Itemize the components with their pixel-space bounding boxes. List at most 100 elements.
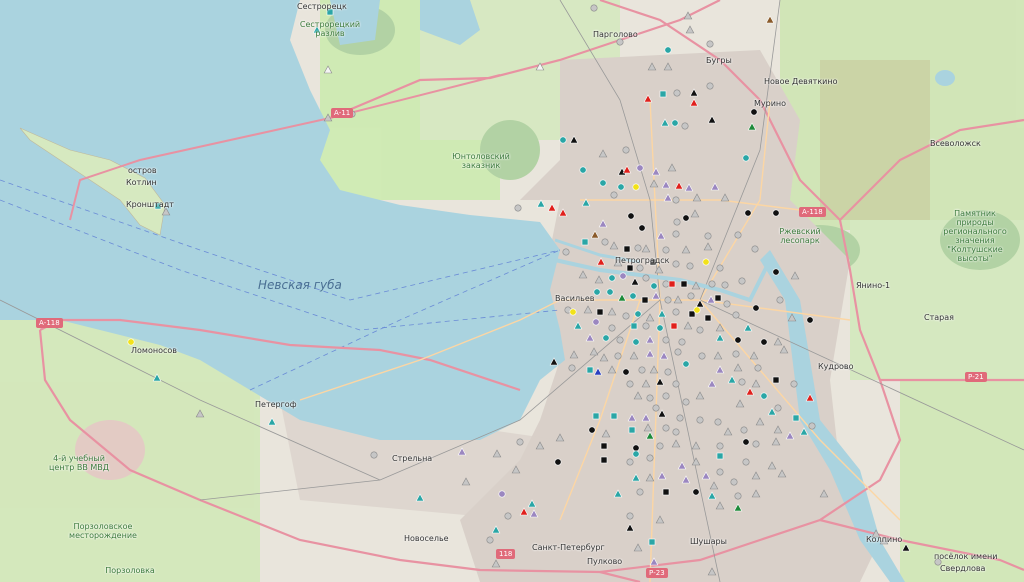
circle-marker[interactable] bbox=[370, 451, 378, 459]
square-marker[interactable] bbox=[600, 456, 608, 464]
circle-marker[interactable] bbox=[723, 300, 731, 308]
circle-marker[interactable] bbox=[127, 338, 135, 346]
circle-marker[interactable] bbox=[686, 262, 694, 270]
circle-marker[interactable] bbox=[593, 288, 601, 296]
circle-marker[interactable] bbox=[656, 442, 664, 450]
square-marker[interactable] bbox=[714, 294, 722, 302]
circle-marker[interactable] bbox=[732, 311, 740, 319]
square-marker[interactable] bbox=[581, 238, 589, 246]
circle-marker[interactable] bbox=[569, 308, 577, 316]
circle-marker[interactable] bbox=[632, 450, 640, 458]
circle-marker[interactable] bbox=[554, 458, 562, 466]
circle-marker[interactable] bbox=[602, 334, 610, 342]
circle-marker[interactable] bbox=[664, 296, 672, 304]
circle-marker[interactable] bbox=[634, 244, 642, 252]
circle-marker[interactable] bbox=[738, 277, 746, 285]
circle-marker[interactable] bbox=[672, 260, 680, 268]
circle-marker[interactable] bbox=[634, 310, 642, 318]
square-marker[interactable] bbox=[659, 90, 667, 98]
square-marker[interactable] bbox=[649, 258, 657, 266]
map-canvas[interactable] bbox=[0, 0, 1024, 582]
circle-marker[interactable] bbox=[504, 512, 512, 520]
square-marker[interactable] bbox=[704, 314, 712, 322]
circle-marker[interactable] bbox=[638, 224, 646, 232]
circle-marker[interactable] bbox=[514, 204, 522, 212]
circle-marker[interactable] bbox=[742, 458, 750, 466]
circle-marker[interactable] bbox=[672, 428, 680, 436]
circle-marker[interactable] bbox=[682, 360, 690, 368]
circle-marker[interactable] bbox=[642, 274, 650, 282]
circle-marker[interactable] bbox=[498, 490, 506, 498]
circle-marker[interactable] bbox=[698, 352, 706, 360]
circle-marker[interactable] bbox=[744, 209, 752, 217]
square-marker[interactable] bbox=[792, 414, 800, 422]
square-marker[interactable] bbox=[600, 442, 608, 450]
circle-marker[interactable] bbox=[806, 316, 814, 324]
circle-marker[interactable] bbox=[672, 308, 680, 316]
circle-marker[interactable] bbox=[714, 418, 722, 426]
circle-marker[interactable] bbox=[704, 232, 712, 240]
circle-marker[interactable] bbox=[734, 492, 742, 500]
circle-marker[interactable] bbox=[616, 336, 624, 344]
circle-marker[interactable] bbox=[721, 281, 729, 289]
circle-marker[interactable] bbox=[627, 212, 635, 220]
circle-marker[interactable] bbox=[681, 122, 689, 130]
circle-marker[interactable] bbox=[636, 488, 644, 496]
square-marker[interactable] bbox=[680, 280, 688, 288]
circle-marker[interactable] bbox=[678, 338, 686, 346]
square-marker[interactable] bbox=[623, 245, 631, 253]
circle-marker[interactable] bbox=[652, 404, 660, 412]
circle-marker[interactable] bbox=[636, 164, 644, 172]
circle-marker[interactable] bbox=[682, 398, 690, 406]
circle-marker[interactable] bbox=[776, 296, 784, 304]
square-marker[interactable] bbox=[648, 538, 656, 546]
circle-marker[interactable] bbox=[673, 218, 681, 226]
circle-marker[interactable] bbox=[706, 82, 714, 90]
circle-marker[interactable] bbox=[716, 264, 724, 272]
circle-marker[interactable] bbox=[616, 38, 624, 46]
square-marker[interactable] bbox=[586, 366, 594, 374]
circle-marker[interactable] bbox=[486, 536, 494, 544]
circle-marker[interactable] bbox=[674, 348, 682, 356]
circle-marker[interactable] bbox=[646, 454, 654, 462]
square-marker[interactable] bbox=[154, 202, 162, 210]
circle-marker[interactable] bbox=[772, 209, 780, 217]
circle-marker[interactable] bbox=[716, 442, 724, 450]
circle-marker[interactable] bbox=[636, 264, 644, 272]
circle-marker[interactable] bbox=[638, 366, 646, 374]
circle-marker[interactable] bbox=[693, 306, 701, 314]
square-marker[interactable] bbox=[610, 412, 618, 420]
circle-marker[interactable] bbox=[692, 488, 700, 496]
circle-marker[interactable] bbox=[606, 288, 614, 296]
circle-marker[interactable] bbox=[706, 40, 714, 48]
circle-marker[interactable] bbox=[676, 414, 684, 422]
circle-marker[interactable] bbox=[590, 4, 598, 12]
circle-marker[interactable] bbox=[614, 352, 622, 360]
circle-marker[interactable] bbox=[599, 179, 607, 187]
circle-marker[interactable] bbox=[760, 338, 768, 346]
circle-marker[interactable] bbox=[632, 338, 640, 346]
circle-marker[interactable] bbox=[672, 196, 680, 204]
circle-marker[interactable] bbox=[734, 336, 742, 344]
square-marker[interactable] bbox=[628, 426, 636, 434]
circle-marker[interactable] bbox=[601, 238, 609, 246]
circle-marker[interactable] bbox=[656, 324, 664, 332]
circle-marker[interactable] bbox=[752, 304, 760, 312]
square-marker[interactable] bbox=[596, 308, 604, 316]
circle-marker[interactable] bbox=[702, 258, 710, 266]
circle-marker[interactable] bbox=[568, 364, 576, 372]
circle-marker[interactable] bbox=[646, 394, 654, 402]
circle-marker[interactable] bbox=[730, 478, 738, 486]
circle-marker[interactable] bbox=[682, 214, 690, 222]
circle-marker[interactable] bbox=[622, 312, 630, 320]
circle-marker[interactable] bbox=[664, 368, 672, 376]
circle-marker[interactable] bbox=[742, 438, 750, 446]
circle-marker[interactable] bbox=[696, 326, 704, 334]
circle-marker[interactable] bbox=[642, 322, 650, 330]
circle-marker[interactable] bbox=[610, 191, 618, 199]
circle-marker[interactable] bbox=[617, 183, 625, 191]
square-marker[interactable] bbox=[326, 8, 334, 16]
circle-marker[interactable] bbox=[750, 108, 758, 116]
circle-marker[interactable] bbox=[622, 368, 630, 376]
square-marker[interactable] bbox=[662, 488, 670, 496]
